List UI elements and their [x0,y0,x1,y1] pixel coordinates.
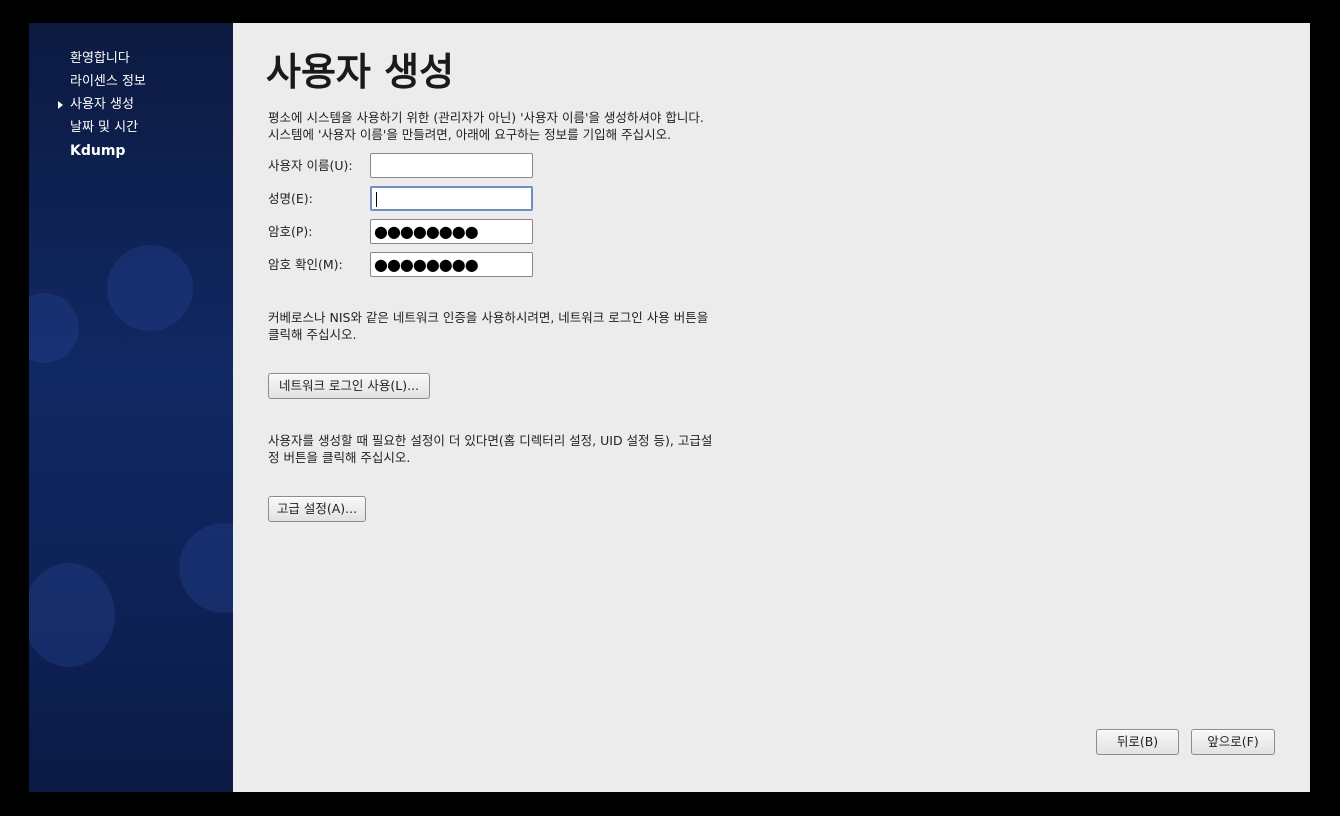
network-text-line: 커베로스나 NIS와 같은 네트워크 인증을 사용하시려면, 네트워크 로그인 … [268,310,709,325]
installer-window: 환영합니다 라이센스 정보 사용자 생성 날짜 및 시간 Kdump 사용자 생… [29,23,1310,792]
username-label: 사용자 이름(U): [268,158,353,173]
fullname-field[interactable] [370,186,533,211]
username-field[interactable] [370,153,533,178]
advanced-text-line: 사용자를 생성할 때 필요한 설정이 더 있다면(홈 디렉터리 설정, UID … [268,433,713,448]
forward-button[interactable]: 앞으로(F) [1191,729,1275,755]
confirm-password-label: 암호 확인(M): [268,257,343,272]
page-title: 사용자 생성 [266,50,455,94]
advanced-settings-text: 사용자를 생성할 때 필요한 설정이 더 있다면(홈 디렉터리 설정, UID … [268,432,788,466]
back-button[interactable]: 뒤로(B) [1096,729,1179,755]
intro-line: 시스템에 '사용자 이름'을 만들려면, 아래에 요구하는 정보를 기입해 주십… [268,127,672,142]
password-label: 암호(P): [268,224,313,239]
current-step-arrow-icon [58,101,63,109]
sidebar-item-datetime: 날짜 및 시간 [70,120,139,135]
fullname-label: 성명(E): [268,191,313,206]
text-caret [376,192,377,207]
main-panel: 사용자 생성 평소에 시스템을 사용하기 위한 (관리자가 아닌) '사용자 이… [233,23,1310,792]
sidebar-item-welcome: 환영합니다 [70,51,130,66]
sidebar-decor-circle [29,293,79,363]
network-text-line: 클릭해 주십시오. [268,327,357,342]
sidebar-item-license: 라이센스 정보 [70,74,146,89]
network-auth-text: 커베로스나 NIS와 같은 네트워크 인증을 사용하시려면, 네트워크 로그인 … [268,309,788,343]
network-login-button[interactable]: 네트워크 로그인 사용(L)... [268,373,430,399]
sidebar-decor-circle [179,523,233,613]
intro-line: 평소에 시스템을 사용하기 위한 (관리자가 아닌) '사용자 이름'을 생성하… [268,110,704,125]
password-field[interactable]: ●●●●●●●● [370,219,533,244]
intro-text: 평소에 시스템을 사용하기 위한 (관리자가 아닌) '사용자 이름'을 생성하… [268,109,788,143]
sidebar-item-create-user: 사용자 생성 [58,96,146,119]
sidebar-nav: 환영합니다 라이센스 정보 사용자 생성 날짜 및 시간 Kdump [58,50,146,165]
sidebar-decor-circle [107,245,193,331]
sidebar-item-label: 사용자 생성 [70,97,134,112]
advanced-text-line: 정 버튼을 클릭해 주십시오. [268,450,411,465]
advanced-settings-button[interactable]: 고급 설정(A)... [268,496,366,522]
confirm-password-field[interactable]: ●●●●●●●● [370,252,533,277]
sidebar-item-kdump: Kdump [70,143,126,159]
sidebar-decor-circle [29,563,115,667]
sidebar: 환영합니다 라이센스 정보 사용자 생성 날짜 및 시간 Kdump [29,23,233,792]
